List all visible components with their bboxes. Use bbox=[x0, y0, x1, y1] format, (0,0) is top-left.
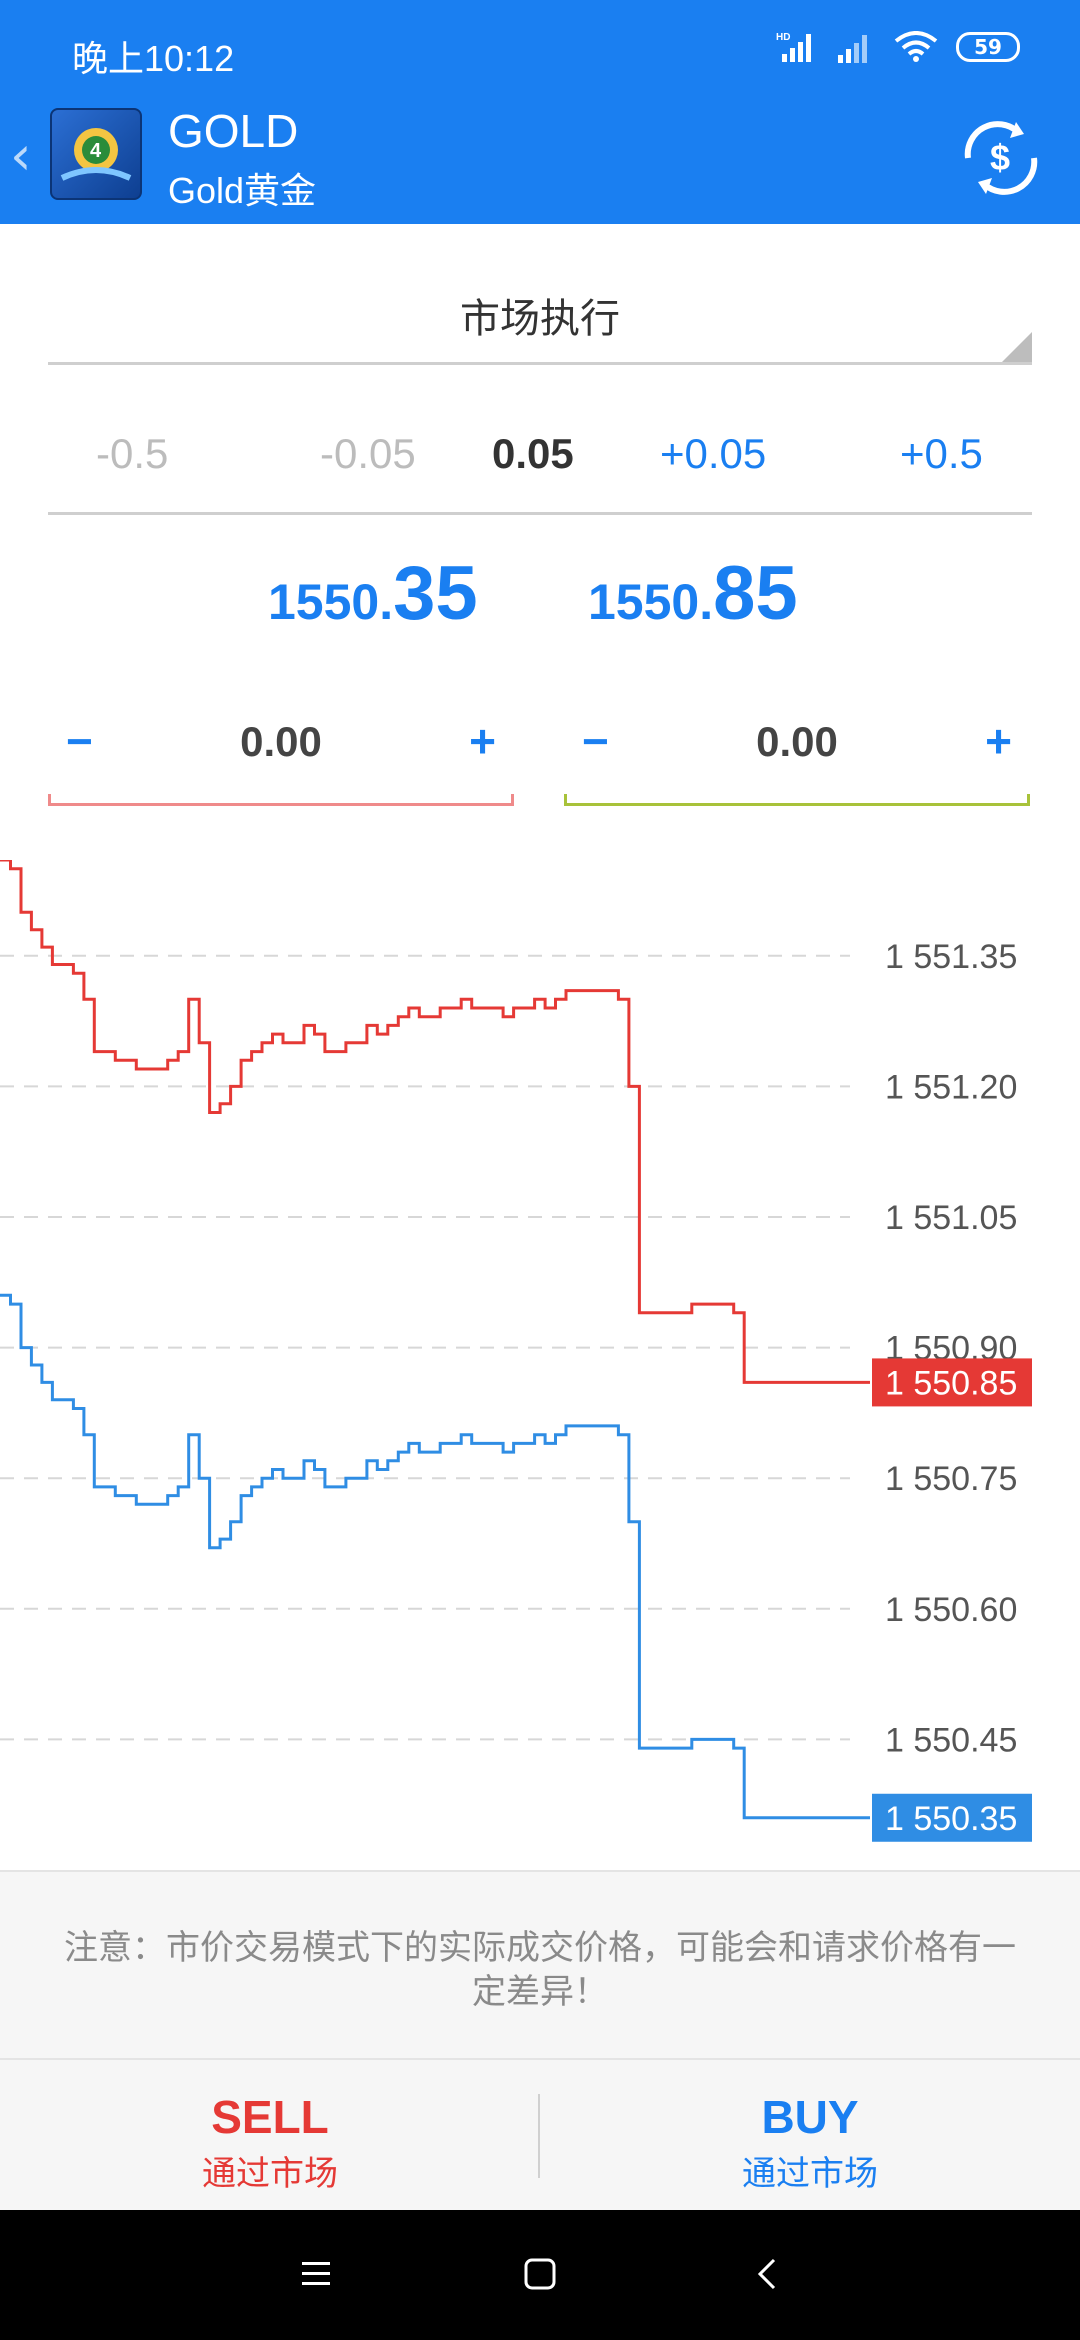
buy-price-prefix: 1550. bbox=[588, 574, 714, 630]
price-label-text: 1 550.85 bbox=[885, 1364, 1017, 1402]
buy-label: BUY bbox=[761, 2091, 859, 2143]
ask-price-label: 1 550.85 bbox=[872, 1358, 1032, 1407]
stop-loss-field[interactable]: − 0.00 + bbox=[48, 700, 514, 806]
buy-price: 1550.85 bbox=[588, 550, 798, 637]
buy-button[interactable]: BUY 通过市场 bbox=[540, 2060, 1080, 2210]
execution-type-select[interactable]: 市场执行 bbox=[48, 262, 1032, 365]
sell-button[interactable]: SELL 通过市场 bbox=[0, 2060, 540, 2210]
take-profit-increase-button[interactable]: + bbox=[985, 714, 1012, 768]
take-profit-value[interactable]: 0.00 bbox=[564, 718, 1030, 766]
volume-selector: -0.5 -0.05 0.05 +0.05 +0.5 bbox=[48, 420, 1032, 515]
stop-loss-value[interactable]: 0.00 bbox=[48, 718, 514, 766]
price-label-text: 1 550.35 bbox=[885, 1800, 1017, 1838]
battery-icon: 59 bbox=[956, 32, 1020, 62]
volume-decrease-small-button[interactable]: -0.05 bbox=[320, 430, 416, 478]
symbol-description: Gold黄金 bbox=[168, 170, 317, 211]
y-tick-label: 1 551.35 bbox=[885, 938, 1017, 976]
take-profit-underline bbox=[564, 794, 1030, 806]
y-tick-label: 1 550.60 bbox=[885, 1591, 1017, 1629]
metatrader-logo-icon: 4 bbox=[50, 108, 142, 200]
buy-sub-label: 通过市场 bbox=[742, 2155, 878, 2193]
order-actions: SELL 通过市场 BUY 通过市场 bbox=[0, 2060, 1080, 2210]
y-tick-label: 1 551.20 bbox=[885, 1068, 1017, 1106]
dropdown-corner-icon bbox=[1002, 332, 1032, 362]
notice-text: 注意：市价交易模式下的实际成交价格，可能会和请求价格有一定差异！ bbox=[64, 1929, 1016, 2011]
symbol-header: ‹ 4 GOLD Gold黄金 $ bbox=[0, 100, 1080, 224]
svg-text:HD: HD bbox=[776, 32, 790, 43]
y-tick-label: 1 551.05 bbox=[885, 1199, 1017, 1237]
symbol-title: GOLD bbox=[168, 105, 299, 157]
sell-price: 1550.35 bbox=[268, 550, 478, 637]
y-tick-label: 1 550.75 bbox=[885, 1460, 1017, 1498]
stop-loss-underline bbox=[48, 794, 514, 806]
status-time: 晚上10:12 bbox=[72, 38, 235, 79]
back-icon[interactable] bbox=[736, 2242, 800, 2306]
ask-price-line bbox=[0, 860, 870, 1384]
sell-price-suffix: 35 bbox=[393, 551, 478, 636]
execution-type-label: 市场执行 bbox=[460, 297, 620, 341]
wifi-icon bbox=[894, 31, 938, 62]
currency-exchange-icon[interactable]: $ bbox=[958, 120, 1044, 196]
sell-label: SELL bbox=[211, 2091, 329, 2143]
y-tick-label: 1 550.45 bbox=[885, 1721, 1017, 1759]
bid-price-label: 1 550.35 bbox=[872, 1793, 1032, 1842]
menu-icon[interactable] bbox=[284, 2242, 348, 2306]
sell-price-prefix: 1550. bbox=[268, 574, 394, 630]
signal-icon bbox=[838, 35, 867, 63]
quote-prices: 1550.35 1550.85 bbox=[0, 550, 1080, 660]
back-chevron-icon[interactable]: ‹ bbox=[10, 124, 32, 187]
volume-increase-small-button[interactable]: +0.05 bbox=[660, 430, 766, 478]
hd-signal-icon: HD bbox=[776, 32, 811, 62]
volume-current[interactable]: 0.05 bbox=[492, 430, 574, 478]
tick-chart: 1 551.351 551.201 551.051 550.901 550.75… bbox=[0, 860, 1032, 1842]
price-notice: 注意：市价交易模式下的实际成交价格，可能会和请求价格有一定差异！ bbox=[0, 1870, 1080, 2060]
take-profit-field[interactable]: − 0.00 + bbox=[564, 700, 1030, 806]
buy-price-suffix: 85 bbox=[713, 551, 798, 636]
volume-decrease-large-button[interactable]: -0.5 bbox=[96, 430, 168, 478]
status-icons: HD 59 bbox=[776, 30, 1020, 64]
status-bar: 晚上10:12 HD 59 bbox=[0, 0, 1080, 100]
system-nav-bar bbox=[0, 2210, 1080, 2340]
volume-increase-large-button[interactable]: +0.5 bbox=[900, 430, 983, 478]
svg-text:4: 4 bbox=[90, 140, 102, 162]
stop-loss-increase-button[interactable]: + bbox=[469, 714, 496, 768]
svg-text:$: $ bbox=[990, 137, 1010, 178]
home-icon[interactable] bbox=[508, 2242, 572, 2306]
sell-sub-label: 通过市场 bbox=[202, 2155, 338, 2193]
battery-level: 59 bbox=[974, 35, 1002, 59]
